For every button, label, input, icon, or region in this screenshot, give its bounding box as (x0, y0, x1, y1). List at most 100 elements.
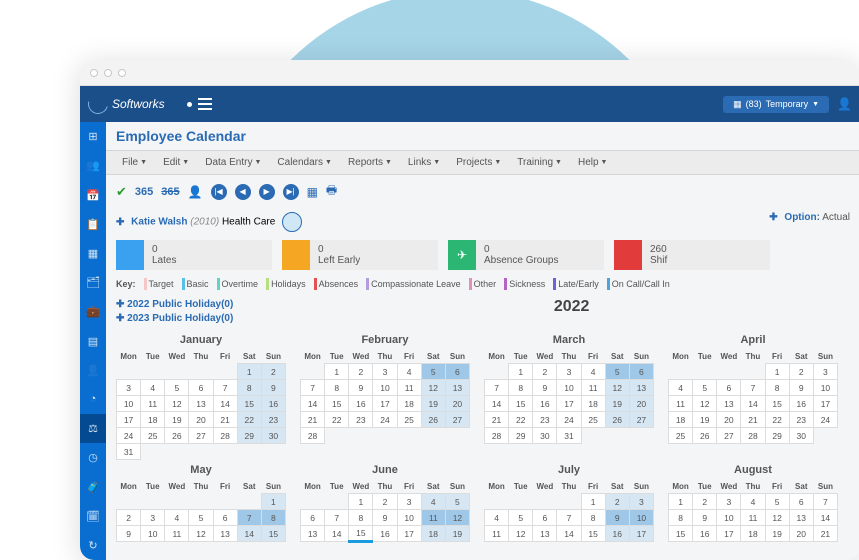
nav-first-button[interactable]: |◀ (211, 184, 227, 200)
day-cell[interactable]: 13 (533, 526, 557, 542)
day-cell[interactable]: 27 (189, 428, 213, 444)
day-cell[interactable]: 20 (789, 526, 813, 542)
employee-name[interactable]: Katie Walsh (131, 217, 187, 228)
day-cell[interactable]: 7 (301, 380, 325, 396)
day-cell[interactable]: 3 (629, 494, 653, 510)
day-cell[interactable]: 19 (165, 412, 189, 428)
day-cell[interactable]: 1 (581, 494, 605, 510)
day-cell[interactable]: 20 (445, 396, 469, 412)
day-cell[interactable]: 21 (485, 412, 509, 428)
day-cell[interactable]: 8 (349, 510, 373, 526)
day-cell[interactable]: 5 (693, 380, 717, 396)
day-cell[interactable]: 6 (301, 510, 325, 526)
day-cell[interactable]: 12 (165, 396, 189, 412)
menu-file[interactable]: File▼ (116, 155, 153, 170)
day-cell[interactable]: 6 (629, 364, 653, 380)
sidebar-item-org[interactable]: ⊞ (80, 122, 106, 151)
expand-option-icon[interactable]: ✚ (769, 212, 777, 223)
day-cell[interactable]: 15 (765, 396, 789, 412)
day-cell[interactable]: 7 (813, 494, 837, 510)
day-cell[interactable]: 23 (261, 412, 285, 428)
day-cell[interactable]: 9 (789, 380, 813, 396)
day-cell[interactable]: 10 (557, 380, 581, 396)
day-cell[interactable]: 28 (485, 428, 509, 444)
day-cell[interactable]: 15 (325, 396, 349, 412)
day-cell[interactable]: 14 (741, 396, 765, 412)
day-cell[interactable]: 5 (165, 380, 189, 396)
day-cell[interactable]: 5 (509, 510, 533, 526)
day-cell[interactable]: 26 (693, 428, 717, 444)
sidebar-item-people[interactable]: 👥 (80, 151, 106, 180)
day-cell[interactable]: 1 (349, 494, 373, 510)
day-cell[interactable]: 15 (669, 526, 693, 542)
check-icon[interactable]: ✔ (116, 184, 127, 200)
day-cell[interactable]: 25 (141, 428, 165, 444)
menu-projects[interactable]: Projects▼ (450, 155, 507, 170)
day-cell[interactable]: 24 (373, 412, 397, 428)
nav-next-button[interactable]: ▶ (259, 184, 275, 200)
day-cell[interactable]: 15 (581, 526, 605, 542)
day-cell[interactable]: 13 (789, 510, 813, 526)
public-holiday-link[interactable]: ✚ 2023 Public Holiday(0) (116, 312, 233, 326)
day-cell[interactable]: 2 (373, 494, 397, 510)
day-cell[interactable]: 18 (421, 526, 445, 542)
sidebar-item-balance[interactable]: ⚖ (80, 414, 106, 443)
day-cell[interactable]: 20 (717, 412, 741, 428)
public-holiday-link[interactable]: ✚ 2022 Public Holiday(0) (116, 298, 233, 312)
department-selector[interactable]: ▦ (83) Temporary ▼ (723, 96, 829, 113)
day-cell[interactable]: 19 (421, 396, 445, 412)
day-cell[interactable]: 10 (397, 510, 421, 526)
day-cell[interactable]: 17 (373, 396, 397, 412)
day-cell[interactable]: 17 (717, 526, 741, 542)
day-cell[interactable]: 3 (557, 364, 581, 380)
day-cell[interactable]: 19 (693, 412, 717, 428)
day-cell[interactable]: 26 (421, 412, 445, 428)
day-cell[interactable]: 27 (717, 428, 741, 444)
day-cell[interactable]: 18 (581, 396, 605, 412)
day-cell[interactable]: 8 (669, 510, 693, 526)
day-cell[interactable]: 11 (669, 396, 693, 412)
day-cell[interactable]: 1 (765, 364, 789, 380)
day-cell[interactable]: 6 (445, 364, 469, 380)
day-cell[interactable]: 22 (325, 412, 349, 428)
day-cell[interactable]: 12 (765, 510, 789, 526)
day-cell[interactable]: 31 (117, 444, 141, 460)
day-cell[interactable]: 2 (693, 494, 717, 510)
day-cell[interactable]: 3 (813, 364, 837, 380)
day-cell[interactable]: 10 (813, 380, 837, 396)
day-cell[interactable]: 22 (509, 412, 533, 428)
day-cell[interactable]: 3 (141, 510, 165, 526)
user-icon[interactable]: 👤 (837, 97, 852, 111)
day-cell[interactable]: 20 (189, 412, 213, 428)
day-cell[interactable]: 16 (373, 526, 397, 542)
day-cell[interactable]: 15 (237, 396, 261, 412)
day-cell[interactable]: 12 (445, 510, 469, 526)
day-cell[interactable]: 3 (373, 364, 397, 380)
menu-links[interactable]: Links▼ (402, 155, 446, 170)
nav-prev-button[interactable]: ◀ (235, 184, 251, 200)
sidebar-item-timer[interactable]: ◔ (80, 385, 106, 414)
day-cell[interactable]: 23 (533, 412, 557, 428)
menu-training[interactable]: Training▼ (511, 155, 568, 170)
day-cell[interactable]: 23 (349, 412, 373, 428)
day-cell[interactable]: 28 (213, 428, 237, 444)
day-cell[interactable]: 14 (301, 396, 325, 412)
day-cell[interactable]: 24 (813, 412, 837, 428)
day-cell[interactable]: 15 (261, 526, 285, 542)
day-cell[interactable]: 10 (373, 380, 397, 396)
brand-logo[interactable]: Softworks (88, 94, 165, 114)
day-cell[interactable]: 18 (397, 396, 421, 412)
day-cell[interactable]: 17 (629, 526, 653, 542)
day-cell[interactable]: 27 (629, 412, 653, 428)
day-cell[interactable]: 13 (189, 396, 213, 412)
day-cell[interactable]: 4 (141, 380, 165, 396)
day-cell[interactable]: 18 (741, 526, 765, 542)
print-icon[interactable]: 🖶 (326, 181, 337, 202)
day-cell[interactable]: 7 (325, 510, 349, 526)
day-cell[interactable]: 13 (717, 396, 741, 412)
day-cell[interactable]: 8 (581, 510, 605, 526)
day-cell[interactable]: 2 (261, 364, 285, 380)
day-cell[interactable]: 7 (237, 510, 261, 526)
day-cell[interactable]: 24 (557, 412, 581, 428)
day-cell[interactable]: 9 (373, 510, 397, 526)
